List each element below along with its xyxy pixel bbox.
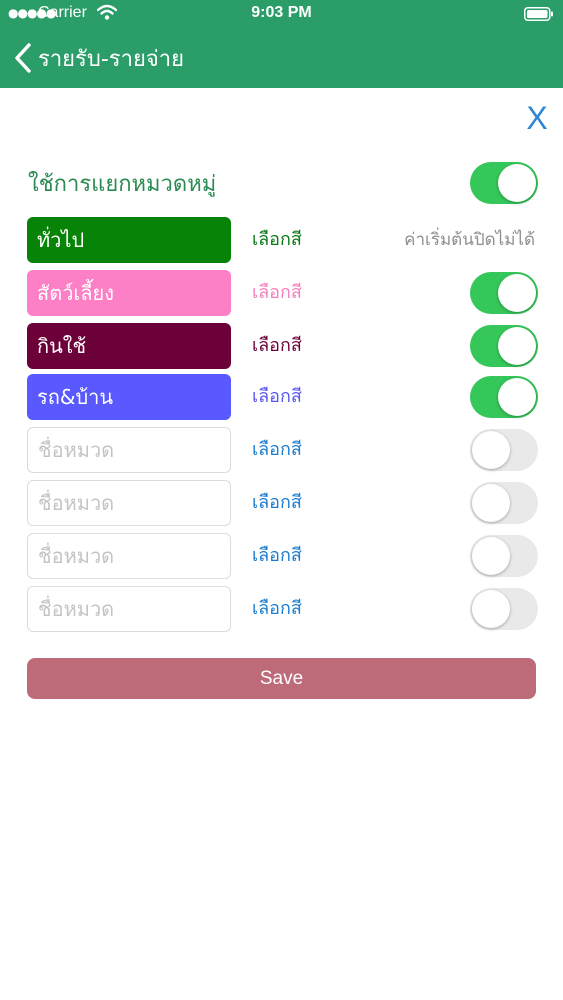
pick-color-button[interactable]: เลือกสี [252,480,302,526]
default-note: ค่าเริ่มต้นปิดไม่ได้ [404,230,535,250]
category-toggle[interactable] [470,325,538,367]
category-row: กินใช้ เลือกสี [0,323,563,369]
use-categories-label: ใช้การแยกหมวดหมู่ [28,172,217,197]
navigation-bar: ●●●●● Carrier 9:03 PM รายรับ-รายจ่าย [0,0,563,88]
category-name: รถ&บ้าน [37,385,114,409]
category-name: กินใช้ [37,334,87,358]
back-label: รายรับ-รายจ่าย [38,46,184,72]
category-name-placeholder: ชื่อหมวด [38,597,115,621]
clock-label: 9:03 PM [251,4,312,21]
category-name-field[interactable]: ชื่อหมวด [27,427,231,473]
category-row: ชื่อหมวด เลือกสี [0,586,563,632]
toggle-knob [498,378,536,416]
category-name: สัตว์เลี้ยง [37,281,115,305]
category-toggle[interactable] [470,376,538,418]
toggle-knob [498,164,536,202]
category-name-field[interactable]: รถ&บ้าน [27,374,231,420]
toggle-knob [498,327,536,365]
toggle-knob [472,537,510,575]
category-name-field[interactable]: สัตว์เลี้ยง [27,270,231,316]
close-button[interactable]: X [522,100,552,136]
category-row: รถ&บ้าน เลือกสี [0,374,563,420]
status-bar: ●●●●● Carrier 9:03 PM [0,0,563,28]
category-row: ชื่อหมวด เลือกสี [0,533,563,579]
pick-color-button[interactable]: เลือกสี [252,323,302,369]
category-toggle[interactable] [470,429,538,471]
category-name-field[interactable]: ชื่อหมวด [27,480,231,526]
category-row: ชื่อหมวด เลือกสี [0,480,563,526]
category-name-field[interactable]: กินใช้ [27,323,231,369]
category-name-placeholder: ชื่อหมวด [38,544,115,568]
category-toggle[interactable] [470,482,538,524]
chevron-left-icon [15,43,31,73]
category-name-field[interactable]: ทั่วไป [27,217,231,263]
save-button[interactable]: Save [27,658,536,699]
pick-color-button[interactable]: เลือกสี [252,374,302,420]
toggle-knob [472,590,510,628]
category-toggle[interactable] [470,588,538,630]
category-toggle[interactable] [470,535,538,577]
category-name-field[interactable]: ชื่อหมวด [27,586,231,632]
pick-color-button[interactable]: เลือกสี [252,270,302,316]
category-row: ชื่อหมวด เลือกสี [0,427,563,473]
pick-color-button[interactable]: เลือกสี [252,533,302,579]
toggle-knob [472,431,510,469]
back-button[interactable]: รายรับ-รายจ่าย [14,38,204,78]
battery-icon [524,6,554,25]
category-name-placeholder: ชื่อหมวด [38,491,115,515]
category-toggle[interactable] [470,272,538,314]
category-row: สัตว์เลี้ยง เลือกสี [0,270,563,316]
use-categories-toggle[interactable] [470,162,538,204]
toggle-knob [472,484,510,522]
pick-color-button[interactable]: เลือกสี [252,586,302,632]
category-name-field[interactable]: ชื่อหมวด [27,533,231,579]
category-name: ทั่วไป [37,228,85,252]
pick-color-button[interactable]: เลือกสี [252,427,302,473]
toggle-knob [498,274,536,312]
category-row: ทั่วไป เลือกสี ค่าเริ่มต้นปิดไม่ได้ [0,217,563,263]
category-name-placeholder: ชื่อหมวด [38,438,115,462]
pick-color-button[interactable]: เลือกสี [252,217,302,263]
